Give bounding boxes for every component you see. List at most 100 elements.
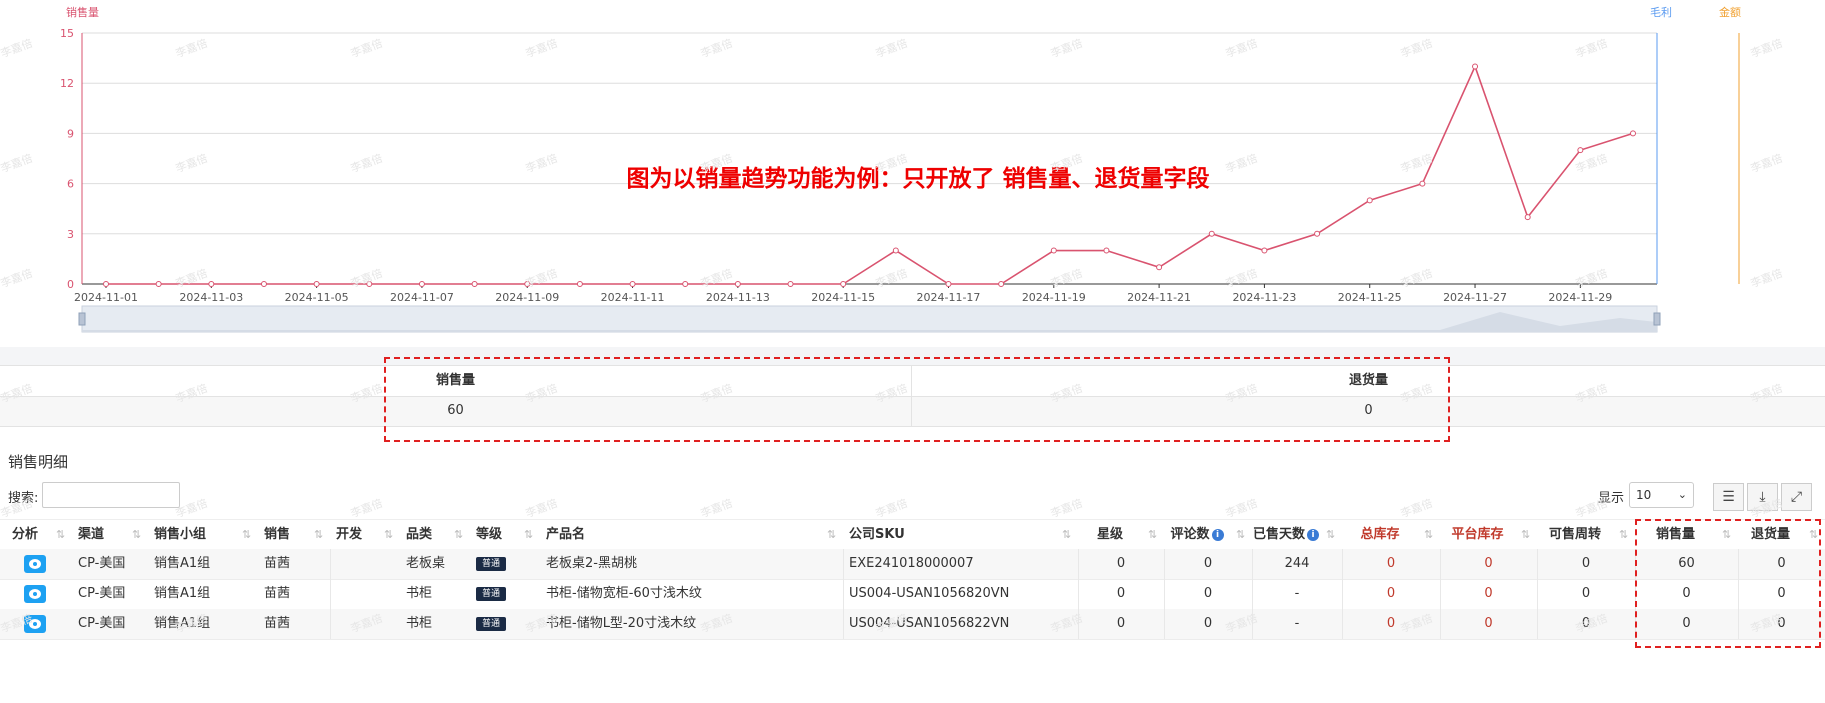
detail-table-header: 分析 ⇅ 渠道 ⇅ 销售小组 ⇅ 销售 ⇅ 开发 ⇅ 品类 ⇅ 等级 ⇅ 产品名 ⇅ 公司SKU ⇅ 星级 ⇅ 评论数 i…: [0, 519, 1825, 551]
column-header-6[interactable]: 等级: [476, 520, 524, 550]
watermark-text: 李嘉倍: [0, 496, 35, 521]
x-tick-label: 2024-11-09: [495, 291, 559, 304]
y-tick-label: 15: [60, 27, 74, 40]
data-point: [313, 281, 320, 287]
column-header-label: 平台库存: [1451, 527, 1504, 542]
column-header-13[interactable]: 平台库存: [1440, 520, 1515, 550]
column-header-14[interactable]: 可售周转: [1537, 520, 1613, 550]
cell-sales: 苗茜: [264, 586, 291, 601]
data-point: [1261, 247, 1268, 254]
column-header-3[interactable]: 销售: [264, 520, 314, 550]
sort-icon[interactable]: ⇅: [1148, 520, 1157, 550]
list-icon: ☰: [1722, 489, 1735, 505]
data-point: [892, 247, 899, 254]
cell-stars: 0: [1116, 586, 1126, 601]
column-header-8[interactable]: 公司SKU: [849, 520, 1062, 550]
column-separator: [843, 579, 844, 609]
view-analysis-eye-icon[interactable]: [24, 585, 46, 603]
cell-group: 销售A1组: [154, 556, 211, 571]
search-input[interactable]: [42, 482, 180, 508]
fullscreen-button[interactable]: ⤢: [1781, 483, 1812, 511]
sort-icon[interactable]: ⇅: [56, 520, 65, 550]
cell-days: 244: [1284, 556, 1310, 571]
watermark-text: 李嘉倍: [1573, 496, 1610, 521]
data-point: [998, 281, 1005, 287]
cell-category: 老板桌: [406, 556, 446, 571]
column-header-label: 销售小组: [154, 527, 207, 542]
data-point: [1472, 63, 1479, 70]
sort-icon[interactable]: ⇅: [1424, 520, 1433, 550]
info-icon[interactable]: i: [1211, 528, 1224, 541]
x-tick-label: 2024-11-21: [1127, 291, 1191, 304]
cell-reviews: 0: [1203, 556, 1213, 571]
column-header-11[interactable]: 已售天数 i: [1252, 520, 1320, 550]
data-point: [103, 281, 109, 287]
cell-stars: 0: [1116, 556, 1126, 571]
watermark-text: 李嘉倍: [1048, 496, 1085, 521]
zoom-handle-left[interactable]: [78, 312, 86, 326]
page-size-select[interactable]: 10 ⌄: [1629, 482, 1694, 508]
cell-days: -: [1294, 586, 1300, 601]
sort-icon[interactable]: ⇅: [1326, 520, 1335, 550]
sort-icon[interactable]: ⇅: [132, 520, 141, 550]
x-tick-label: 2024-11-23: [1232, 291, 1296, 304]
data-point: [1366, 197, 1373, 204]
column-separator: [843, 609, 844, 639]
sort-icon[interactable]: ⇅: [524, 520, 533, 550]
column-header-label: 公司SKU: [849, 527, 905, 542]
sort-icon[interactable]: ⇅: [384, 520, 393, 550]
column-separator: [843, 549, 844, 579]
x-tick-label: 2024-11-11: [601, 291, 665, 304]
cell-turnover: 0: [1581, 556, 1591, 571]
sort-icon[interactable]: ⇅: [1062, 520, 1071, 550]
data-point: [682, 281, 689, 287]
watermark-text: 李嘉倍: [873, 496, 910, 521]
column-header-label: 总库存: [1360, 527, 1400, 542]
data-point: [155, 281, 162, 287]
column-header-5[interactable]: 品类: [406, 520, 454, 550]
column-header-1[interactable]: 渠道: [78, 520, 132, 550]
watermark-text: 李嘉倍: [1398, 496, 1435, 521]
column-header-9[interactable]: 星级: [1078, 520, 1142, 550]
grade-badge: 普通: [476, 617, 506, 631]
column-header-10[interactable]: 评论数 i: [1164, 520, 1230, 550]
column-toggle-button[interactable]: ☰: [1713, 483, 1744, 511]
cell-product: 老板桌2-黑胡桃: [546, 556, 637, 571]
x-tick-label: 2024-11-25: [1338, 291, 1402, 304]
sort-icon[interactable]: ⇅: [454, 520, 463, 550]
sales-trend-chart: 0 3 6 9 12 15 销售量 毛利 金额 2024-11-01 2024-11-03 2024-…: [0, 0, 1825, 350]
section-title: 销售明细: [8, 453, 69, 471]
column-header-12[interactable]: 总库存: [1342, 520, 1418, 550]
data-point: [1103, 247, 1110, 254]
sort-icon[interactable]: ⇅: [1236, 520, 1245, 550]
cell-platform_stock: 0: [1484, 586, 1493, 601]
column-header-label: 渠道: [78, 527, 105, 542]
y-tick-label: 0: [67, 278, 74, 291]
x-tick-label: 2024-11-01: [74, 291, 138, 304]
info-icon[interactable]: i: [1307, 528, 1319, 541]
cell-channel: CP-美国: [78, 556, 126, 571]
cell-reviews: 0: [1203, 586, 1213, 601]
axis-title-2: 金额: [1719, 5, 1741, 19]
column-header-7[interactable]: 产品名: [546, 520, 827, 550]
sort-icon[interactable]: ⇅: [1521, 520, 1530, 550]
column-header-2[interactable]: 销售小组: [154, 520, 242, 550]
sort-icon[interactable]: ⇅: [1619, 520, 1628, 550]
column-header-label: 品类: [406, 527, 433, 542]
cell-turnover: 0: [1581, 586, 1591, 601]
column-header-0[interactable]: 分析: [0, 520, 50, 550]
column-header-label: 产品名: [546, 527, 586, 542]
data-point: [1630, 130, 1636, 137]
data-point: [576, 281, 583, 287]
cell-dev: [336, 549, 398, 579]
sort-icon[interactable]: ⇅: [242, 520, 251, 550]
sort-icon[interactable]: ⇅: [314, 520, 323, 550]
view-analysis-eye-icon[interactable]: [24, 555, 46, 573]
sort-icon[interactable]: ⇅: [827, 520, 836, 550]
data-point: [418, 281, 425, 287]
zoom-handle-right[interactable]: [1653, 312, 1661, 326]
cell-category: 书柜: [406, 616, 433, 631]
cell-total_stock: 0: [1386, 586, 1396, 601]
data-point: [787, 281, 794, 287]
column-header-4[interactable]: 开发: [336, 520, 384, 550]
